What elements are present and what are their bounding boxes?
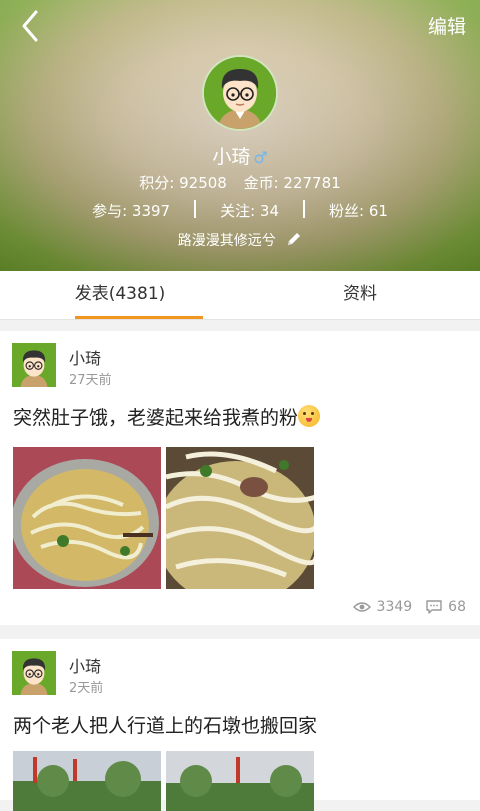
post-photo[interactable]	[13, 751, 161, 811]
fans-count[interactable]: 粉丝: 61	[329, 200, 388, 221]
user-name: 小琦	[212, 146, 251, 168]
post-photo[interactable]	[166, 447, 314, 589]
back-arrow-icon	[22, 10, 38, 42]
street-photo	[166, 751, 314, 811]
profile-tabs: 发表(4381) 资料	[0, 271, 480, 320]
post-card[interactable]: 小琦 2天前 两个老人把人行道上的石墩也搬回家	[0, 639, 480, 811]
post-content: 两个老人把人行道上的石墩也搬回家	[13, 711, 317, 738]
following-count[interactable]: 关注: 34	[220, 200, 279, 221]
post-author-avatar[interactable]	[12, 651, 56, 695]
comment-icon	[426, 600, 442, 614]
divider	[194, 200, 197, 218]
view-count-value: 3349	[376, 599, 413, 615]
post-content: 突然肚子饿，老婆起来给我煮的粉	[13, 403, 321, 430]
post-card[interactable]: 小琦 27天前 突然肚子饿，老婆起来给我煮的粉 3349 68	[0, 331, 480, 625]
smiley-emoji-icon	[298, 405, 321, 427]
post-photo[interactable]	[13, 447, 161, 589]
signature-row[interactable]: 路漫漫其修远兮	[0, 230, 480, 251]
post-time: 27天前	[69, 373, 112, 388]
post-time: 2天前	[69, 681, 104, 696]
comment-count-value: 68	[448, 599, 466, 615]
avatar[interactable]	[202, 55, 278, 131]
noodle-bowl-photo	[166, 447, 314, 589]
tab-posts[interactable]: 发表(4381)	[0, 271, 240, 319]
cartoon-avatar-icon	[204, 57, 276, 129]
street-photo	[13, 751, 161, 811]
post-author-avatar[interactable]	[12, 343, 56, 387]
points-value: 积分: 92508	[139, 174, 227, 192]
post-photo[interactable]	[166, 751, 314, 811]
participate-count[interactable]: 参与: 3397	[92, 200, 170, 221]
post-stats: 3349 68	[339, 599, 466, 615]
points-row: 积分: 92508 金币: 227781	[0, 172, 480, 193]
user-name-row: 小琦 ♂	[0, 142, 480, 169]
edit-button[interactable]: 编辑	[428, 12, 466, 39]
edit-pencil-icon	[286, 231, 302, 251]
comment-count[interactable]: 68	[426, 599, 466, 615]
post-text: 两个老人把人行道上的石墩也搬回家	[13, 715, 318, 737]
cartoon-avatar-icon	[12, 343, 56, 387]
tab-profile-info[interactable]: 资料	[240, 271, 480, 319]
divider	[303, 200, 305, 218]
view-count: 3349	[352, 599, 413, 615]
eye-icon	[352, 602, 371, 612]
gender-male-icon: ♂	[253, 148, 268, 167]
post-text: 突然肚子饿，老婆起来给我煮的粉	[13, 407, 299, 429]
post-author-name[interactable]: 小琦	[69, 653, 101, 677]
noodle-bowl-photo	[13, 447, 161, 589]
signature-text: 路漫漫其修远兮	[177, 233, 276, 249]
social-stats-row: 参与: 3397 关注: 34 粉丝: 61	[0, 200, 480, 221]
coins-value: 金币: 227781	[243, 174, 341, 192]
post-author-name[interactable]: 小琦	[69, 345, 101, 369]
profile-header: 编辑 小琦 ♂ 积分: 92508 金币: 227781 参与: 3397 关注:…	[0, 0, 480, 271]
back-button[interactable]	[14, 8, 50, 44]
cartoon-avatar-icon	[12, 651, 56, 695]
